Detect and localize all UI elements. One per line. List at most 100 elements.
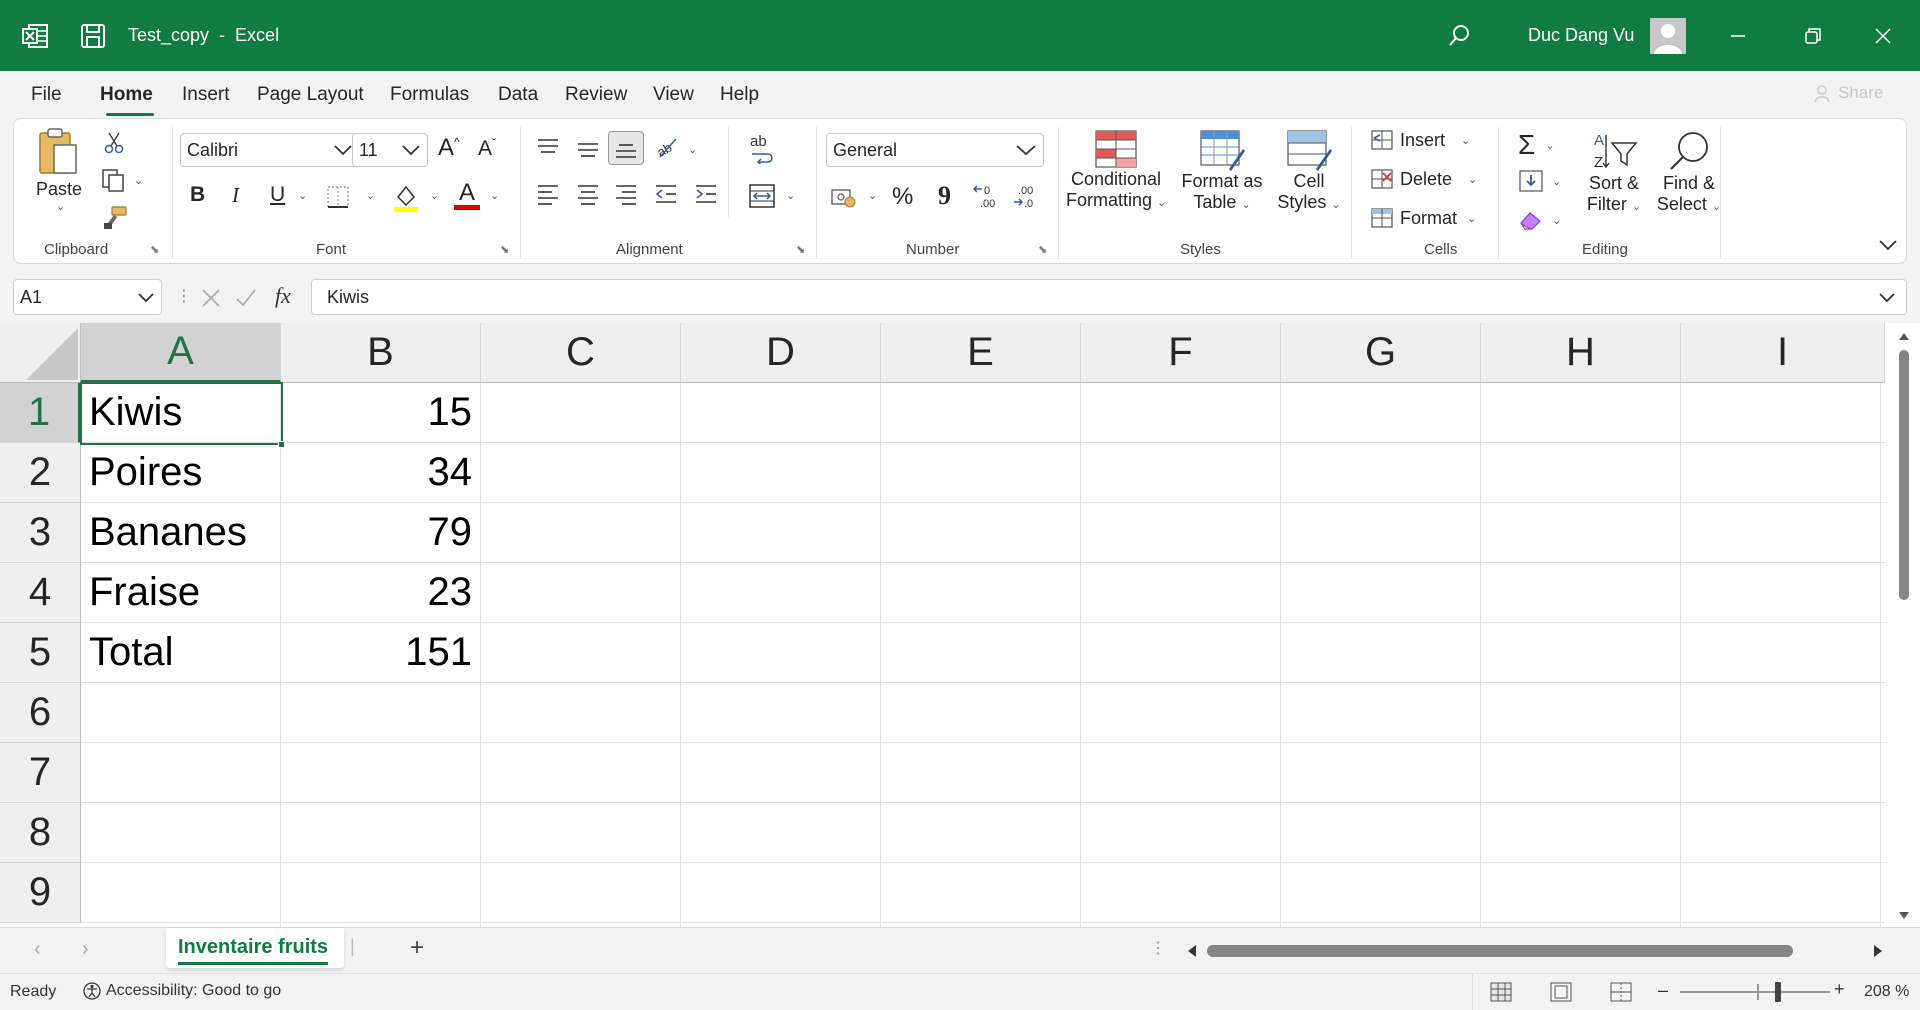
row-header-8[interactable]: 8	[0, 803, 81, 863]
row-header-1[interactable]: 1	[0, 383, 81, 443]
format-painter-icon[interactable]	[102, 205, 128, 231]
page-break-view-icon[interactable]	[1610, 982, 1632, 1002]
format-as-table-button[interactable]: Format as Table ⌄	[1180, 129, 1264, 213]
column-header-b[interactable]: B	[281, 323, 481, 383]
restore-icon[interactable]	[1804, 0, 1822, 71]
clipboard-launcher-icon[interactable]: ⬊	[150, 243, 159, 256]
tab-formulas[interactable]: Formulas	[390, 84, 469, 106]
zoom-slider-thumb[interactable]	[1775, 982, 1781, 1002]
column-header-i[interactable]: I	[1681, 323, 1885, 383]
percent-button[interactable]: %	[892, 183, 913, 211]
collapse-ribbon-icon[interactable]	[1878, 239, 1898, 251]
vertical-scroll-thumb[interactable]	[1899, 350, 1909, 600]
number-launcher-icon[interactable]: ⬊	[1038, 243, 1047, 256]
orientation-dropdown-icon[interactable]: ⌄	[688, 143, 697, 156]
borders-dropdown-icon[interactable]: ⌄	[366, 189, 375, 202]
row-header-5[interactable]: 5	[0, 623, 81, 683]
accessibility-checker[interactable]: Accessibility: Good to go	[82, 981, 281, 1001]
minimize-icon[interactable]	[1729, 0, 1747, 71]
orientation-icon[interactable]: ab	[654, 135, 680, 159]
zoom-level[interactable]: 208 %	[1864, 983, 1909, 1001]
cell-b4[interactable]: 23	[281, 563, 481, 623]
scroll-right-icon[interactable]	[1872, 944, 1884, 958]
copy-button[interactable]: ⌄	[100, 167, 143, 193]
column-header-d[interactable]: D	[681, 323, 881, 383]
scroll-down-icon[interactable]	[1898, 911, 1910, 921]
column-header-a[interactable]: A	[81, 323, 281, 383]
search-icon[interactable]	[1447, 0, 1471, 71]
align-top-icon[interactable]	[536, 137, 560, 157]
comma-style-button[interactable]: 9	[938, 181, 951, 211]
fill-color-icon[interactable]	[392, 183, 420, 213]
paste-button[interactable]: Paste ⌄	[36, 127, 86, 219]
row-header-7[interactable]: 7	[0, 743, 81, 803]
font-name-select[interactable]: Calibri	[180, 133, 360, 167]
fill-button[interactable]: ⌄	[1518, 169, 1561, 193]
cell-styles-button[interactable]: Cell Styles ⌄	[1272, 129, 1346, 213]
share-button[interactable]: Share	[1812, 83, 1883, 103]
column-header-f[interactable]: F	[1081, 323, 1281, 383]
formula-bar-grip-icon[interactable]: ⋮	[176, 286, 192, 306]
find-select-button[interactable]: Find & Select ⌄	[1654, 129, 1724, 215]
formula-input[interactable]: Kiwis	[311, 279, 1907, 315]
zoom-in-button[interactable]: +	[1834, 979, 1845, 1000]
decrease-decimal-icon[interactable]: .00.0	[1012, 183, 1042, 209]
align-left-icon[interactable]	[536, 183, 560, 205]
decrease-font-size-button[interactable]: Aˇ	[478, 136, 496, 161]
italic-button[interactable]: I	[232, 183, 239, 208]
fill-handle[interactable]	[278, 441, 285, 448]
row-header-9[interactable]: 9	[0, 863, 81, 923]
accounting-dropdown-icon[interactable]: ⌄	[868, 189, 877, 202]
tab-page-layout[interactable]: Page Layout	[257, 84, 364, 106]
font-color-button[interactable]: A	[454, 179, 480, 210]
cell-b2[interactable]: 34	[281, 443, 481, 503]
next-sheet-icon[interactable]: ›	[82, 938, 89, 961]
scroll-up-icon[interactable]	[1898, 331, 1910, 341]
autosum-dropdown-icon[interactable]: ⌄	[1545, 139, 1554, 152]
tab-insert[interactable]: Insert	[182, 84, 230, 106]
wrap-text-button[interactable]: ab	[750, 133, 780, 164]
row-header-2[interactable]: 2	[0, 443, 81, 503]
alignment-launcher-icon[interactable]: ⬊	[796, 243, 805, 256]
align-center-icon[interactable]	[576, 183, 600, 205]
cell-a2[interactable]: Poires	[81, 443, 281, 503]
column-header-c[interactable]: C	[481, 323, 681, 383]
font-launcher-icon[interactable]: ⬊	[500, 243, 509, 256]
column-header-h[interactable]: H	[1481, 323, 1681, 383]
avatar[interactable]	[1650, 0, 1686, 71]
paste-dropdown-icon[interactable]: ⌄	[36, 200, 86, 213]
enter-icon[interactable]	[235, 288, 257, 308]
save-icon[interactable]	[80, 0, 106, 71]
zoom-out-button[interactable]: –	[1658, 980, 1668, 1001]
cell-a5[interactable]: Total	[81, 623, 281, 683]
tab-review[interactable]: Review	[565, 84, 627, 106]
align-middle-icon[interactable]	[576, 139, 600, 159]
normal-view-icon[interactable]	[1490, 982, 1512, 1002]
decrease-indent-icon[interactable]	[654, 183, 678, 205]
delete-cells-button[interactable]: Delete ⌄	[1370, 168, 1477, 190]
horizontal-scroll-thumb[interactable]	[1207, 945, 1793, 957]
tab-data[interactable]: Data	[498, 84, 538, 106]
clear-dropdown-icon[interactable]: ⌄	[1552, 214, 1561, 227]
borders-icon[interactable]	[326, 185, 350, 209]
cell-b3[interactable]: 79	[281, 503, 481, 563]
add-sheet-button[interactable]: +	[410, 934, 424, 962]
bold-button[interactable]: B	[190, 183, 205, 207]
column-header-g[interactable]: G	[1281, 323, 1481, 383]
align-bottom-button[interactable]	[608, 131, 644, 165]
select-all-button[interactable]	[0, 323, 81, 383]
scroll-split-grip-icon[interactable]: ⋮	[1150, 938, 1166, 958]
sheet-tab-inventaire-fruits[interactable]: Inventaire fruits	[166, 928, 344, 968]
accounting-format-icon[interactable]	[830, 185, 858, 209]
prev-sheet-icon[interactable]: ‹	[34, 938, 41, 961]
autosum-button[interactable]: Σ ⌄	[1518, 129, 1555, 161]
row-header-3[interactable]: 3	[0, 503, 81, 563]
underline-dropdown-icon[interactable]: ⌄	[298, 189, 307, 202]
cell-a4[interactable]: Fraise	[81, 563, 281, 623]
column-header-e[interactable]: E	[881, 323, 1081, 383]
format-cells-button[interactable]: Format ⌄	[1370, 207, 1476, 229]
cut-icon[interactable]	[102, 131, 126, 155]
underline-button[interactable]: U	[270, 183, 285, 207]
insert-dropdown-icon[interactable]: ⌄	[1461, 134, 1470, 147]
row-header-4[interactable]: 4	[0, 563, 81, 623]
